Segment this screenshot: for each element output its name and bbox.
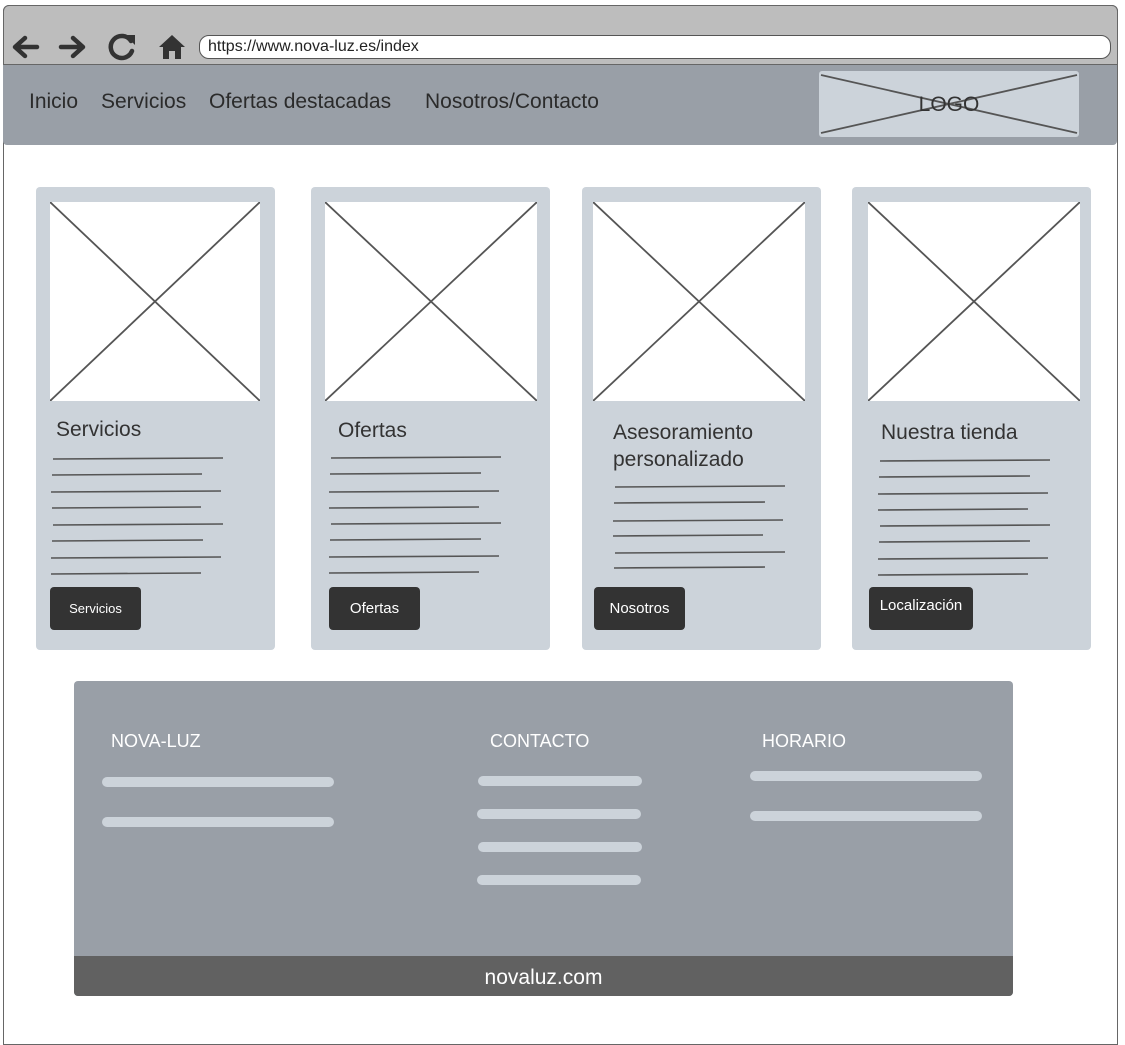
text-placeholder-lines [877, 459, 1051, 576]
url-bar[interactable]: https://www.nova-luz.es/index [199, 35, 1111, 59]
footer-placeholder-line [102, 817, 334, 827]
footer: NOVA-LUZ CONTACTO HORARIO novaluz.com [74, 681, 1013, 996]
nav-inicio[interactable]: Inicio [29, 90, 78, 114]
reload-icon[interactable] [105, 30, 139, 64]
footer-heading-nova-luz: NOVA-LUZ [111, 731, 201, 751]
home-icon[interactable] [155, 30, 189, 64]
footer-placeholder-line [102, 777, 334, 787]
footer-domain[interactable]: novaluz.com [74, 956, 1013, 996]
back-arrow-icon[interactable] [8, 30, 42, 64]
footer-heading-contacto: CONTACTO [490, 731, 590, 751]
footer-placeholder-line [477, 809, 641, 819]
nosotros-button[interactable]: Nosotros [594, 587, 685, 630]
footer-placeholder-line [477, 875, 641, 885]
footer-placeholder-line [750, 811, 982, 821]
card-servicios: Servicios Servicios [36, 187, 275, 650]
logo[interactable]: LOGO [819, 71, 1079, 137]
forward-arrow-icon[interactable] [56, 30, 90, 64]
browser-toolbar: https://www.nova-luz.es/index [3, 5, 1118, 65]
text-placeholder-lines [50, 457, 224, 575]
logo-text: LOGO [918, 93, 980, 116]
localizacion-button[interactable]: Localización [869, 587, 973, 630]
footer-placeholder-line [478, 776, 642, 786]
card-asesoramiento: Asesoramiento personalizado Nosotros [582, 187, 821, 650]
card-ofertas: Ofertas Ofertas [311, 187, 550, 650]
card-nuestra-tienda: Nuestra tienda Localización [852, 187, 1091, 650]
ofertas-button[interactable]: Ofertas [329, 587, 420, 630]
nav-nosotros-contacto[interactable]: Nosotros/Contacto [425, 90, 599, 114]
top-navigation: Inicio Servicios Ofertas destacadas Noso… [3, 65, 1117, 145]
nav-ofertas-destacadas[interactable]: Ofertas destacadas [209, 90, 391, 114]
footer-placeholder-line [478, 842, 642, 852]
nav-servicios[interactable]: Servicios [101, 90, 186, 114]
servicios-button[interactable]: Servicios [50, 587, 141, 630]
footer-heading-horario: HORARIO [762, 731, 847, 751]
text-placeholder-lines [328, 456, 502, 574]
footer-placeholder-line [750, 771, 982, 781]
text-placeholder-lines [612, 485, 786, 569]
